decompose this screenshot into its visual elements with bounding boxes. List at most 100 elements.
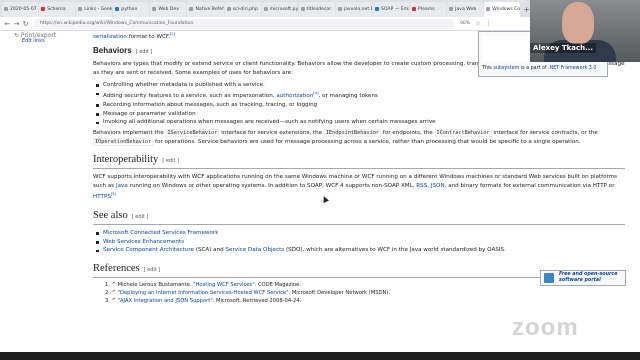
references-heading-text: References: [93, 262, 140, 274]
list-item-text: Recording information about messages, su…: [103, 101, 318, 108]
browser-tab[interactable]: python: [113, 2, 150, 17]
bookmark-star-icon[interactable]: ☆: [475, 20, 480, 27]
behaviors-list-item: Adding security features to a service, s…: [93, 89, 625, 101]
reload-icon[interactable]: ↻: [21, 20, 30, 28]
browser-tab[interactable]: Java Web: [447, 2, 484, 17]
participant-face: [562, 2, 594, 44]
reference-suffix: . CODE Magazine.: [254, 281, 301, 288]
zoom-video-tile[interactable]: Alexey Tkach...: [530, 0, 640, 62]
reference-link[interactable]: "Deploying an Internet Information Servi…: [118, 290, 289, 296]
reference-link[interactable]: "AJAX Integration and JSON Support": [118, 298, 213, 304]
interoperability-edit-link[interactable]: [ edit ]: [162, 158, 179, 164]
json-link[interactable]: JSON: [431, 183, 445, 189]
browser-tab[interactable]: 2020-05-07 1: [2, 2, 39, 17]
ioperationbehavior-code: IOperationBehavior: [93, 137, 154, 146]
infobox-text-pre: This: [482, 66, 494, 71]
interop-text-b: running on Windows or other operating sy…: [127, 182, 417, 189]
browser-tab[interactable]: titlesdecor: [298, 2, 335, 17]
interoperability-paragraph: WCF supports interoperability with WCF a…: [93, 173, 625, 202]
zoom-watermark: zoom: [512, 314, 579, 341]
list-item-text: Invoking all additional operations when …: [103, 119, 436, 126]
behaviors-heading-text: Behaviors: [93, 46, 132, 56]
taskbar: [0, 352, 640, 360]
reference-item: 3. ^ "AJAX Integration and JSON Support"…: [93, 297, 625, 305]
see-also-item: Service Component Architecture (SCA) and…: [93, 246, 625, 255]
p2-text-c: for endpoints, the: [381, 130, 435, 137]
see-also-heading: See also [ edit ]: [93, 209, 625, 225]
list-item-text-post: , or managing tokens: [318, 93, 378, 100]
https-link[interactable]: HTTPS: [93, 194, 111, 200]
browser-tab[interactable]: Pleams: [410, 2, 447, 17]
interoperability-heading: Interoperability[ edit ]: [93, 153, 625, 170]
edit-links-link[interactable]: Edit links: [22, 38, 45, 44]
p2-text-a: Behaviors implement the: [93, 130, 166, 137]
reference-suffix: . Microsoft. Retrieved 2008-04-24.: [212, 298, 302, 305]
sidebar: ↻ Print/export Edit links: [0, 31, 90, 51]
browser-tab[interactable]: Web Dev: [150, 2, 187, 17]
portal-icon: [544, 273, 554, 283]
p2-text-b: interface for service extensions, the: [219, 130, 324, 137]
references-edit-link[interactable]: [ edit ]: [144, 267, 161, 273]
see-also-link[interactable]: Service Component Architecture: [103, 247, 194, 253]
behaviors-interfaces-paragraph: Behaviors implement the IServiceBehavior…: [93, 129, 625, 146]
behaviors-list-item: Controlling whether metadata is publishe…: [93, 81, 625, 90]
browser-tab[interactable]: Windows Com: [484, 2, 521, 17]
browser-tab[interactable]: microsoft.py: [261, 2, 298, 17]
article-content: serialization format to WCF.[2] Behavior…: [93, 31, 625, 360]
portal-box[interactable]: Free and open-source software portal: [540, 270, 626, 286]
see-also-heading-text: See also: [93, 209, 128, 221]
browser-menu-icon[interactable]: ⋮: [486, 20, 492, 27]
address-bar[interactable]: https://en.wikipedia.org/wiki/Windows_Co…: [34, 18, 454, 29]
see-also-edit-link[interactable]: [ edit ]: [132, 214, 149, 220]
iservicebehavior-code: IServiceBehavior: [165, 129, 220, 138]
portal-link[interactable]: Free and open-source software portal: [559, 272, 625, 284]
p2-text-e: for operations. Service behaviors are us…: [153, 138, 581, 145]
infobox-text-mid: is a part of: [519, 66, 549, 71]
subsystem-link[interactable]: subsystem: [493, 66, 519, 71]
see-also-link-2[interactable]: Service Data Objects: [225, 247, 284, 253]
browser-toolbar: ← → ↻ https://en.wikipedia.org/wiki/Wind…: [0, 17, 530, 31]
browser-tab[interactable]: scl-diri.php: [224, 2, 261, 17]
intro-tail-text: format to WCF.: [126, 33, 170, 40]
browser-tab[interactable]: Native Befeh: [187, 2, 224, 17]
list-item-text: Adding security features to a service, s…: [103, 93, 277, 100]
behaviors-list-item: Recording information about messages, su…: [93, 101, 625, 110]
reference-prefix: 1. ^ Michele Leroux Bustamante.: [105, 281, 194, 288]
browser-tab[interactable]: javvolo.net Em: [335, 2, 372, 17]
java-link[interactable]: Java: [116, 183, 128, 189]
interoperability-heading-text: Interoperability: [93, 154, 159, 166]
see-also-link[interactable]: Web Services Enhancements: [103, 239, 184, 245]
back-icon[interactable]: ←: [3, 20, 12, 28]
zoom-level[interactable]: 90%: [460, 21, 470, 26]
reference-link[interactable]: "Hosting WCF Services": [193, 282, 255, 288]
reference-prefix: 3. ^: [105, 298, 118, 305]
see-also-text-post: (SDO), which are alternatives to WCF in …: [284, 247, 506, 254]
see-also-item: Microsoft Connected Services Framework: [93, 229, 625, 238]
browser-tab[interactable]: SOAP — Ema: [372, 2, 410, 17]
p2-text-d: interface for service contracts, or the: [491, 130, 598, 137]
infobox-caption: This subsystem is a part of .NET Framewo…: [482, 66, 596, 71]
list-item-text: Message or parameter validation: [103, 110, 196, 117]
browser-tab-bar: 2020-05-07 1 Schema Links - Geeks python Web…: [0, 0, 530, 17]
behaviors-edit-link[interactable]: [ edit ]: [136, 49, 153, 55]
see-also-text: (SCA) and: [193, 247, 226, 254]
behaviors-list-item: Message or parameter validation: [93, 110, 625, 119]
forward-icon[interactable]: →: [12, 20, 21, 28]
authorization-link[interactable]: authorization: [276, 93, 313, 99]
citation-5[interactable]: [5]: [111, 192, 116, 196]
serialization-link[interactable]: serialization: [93, 34, 127, 40]
participant-name: Alexey Tkach...: [530, 43, 597, 53]
behaviors-list-item: Invoking all additional operations when …: [93, 118, 625, 127]
browser-tab[interactable]: Schema: [39, 2, 76, 17]
rss-link[interactable]: RSS: [416, 183, 427, 189]
browser-tab[interactable]: Links - Geeks: [76, 2, 113, 17]
reference-prefix: 2. ^: [105, 290, 118, 297]
behaviors-list: Controlling whether metadata is publishe…: [93, 81, 625, 127]
see-also-list: Microsoft Connected Services Framework We…: [93, 229, 625, 255]
net-framework-link[interactable]: .NET Framework 3.0: [548, 66, 596, 71]
new-tab-button[interactable]: +: [523, 2, 530, 17]
see-also-link[interactable]: Microsoft Connected Services Framework: [103, 230, 218, 236]
citation-2[interactable]: [2]: [170, 32, 175, 36]
list-item-text: Controlling whether metadata is publishe…: [103, 81, 265, 88]
icontractbehavior-code: IContractBehavior: [434, 129, 492, 138]
